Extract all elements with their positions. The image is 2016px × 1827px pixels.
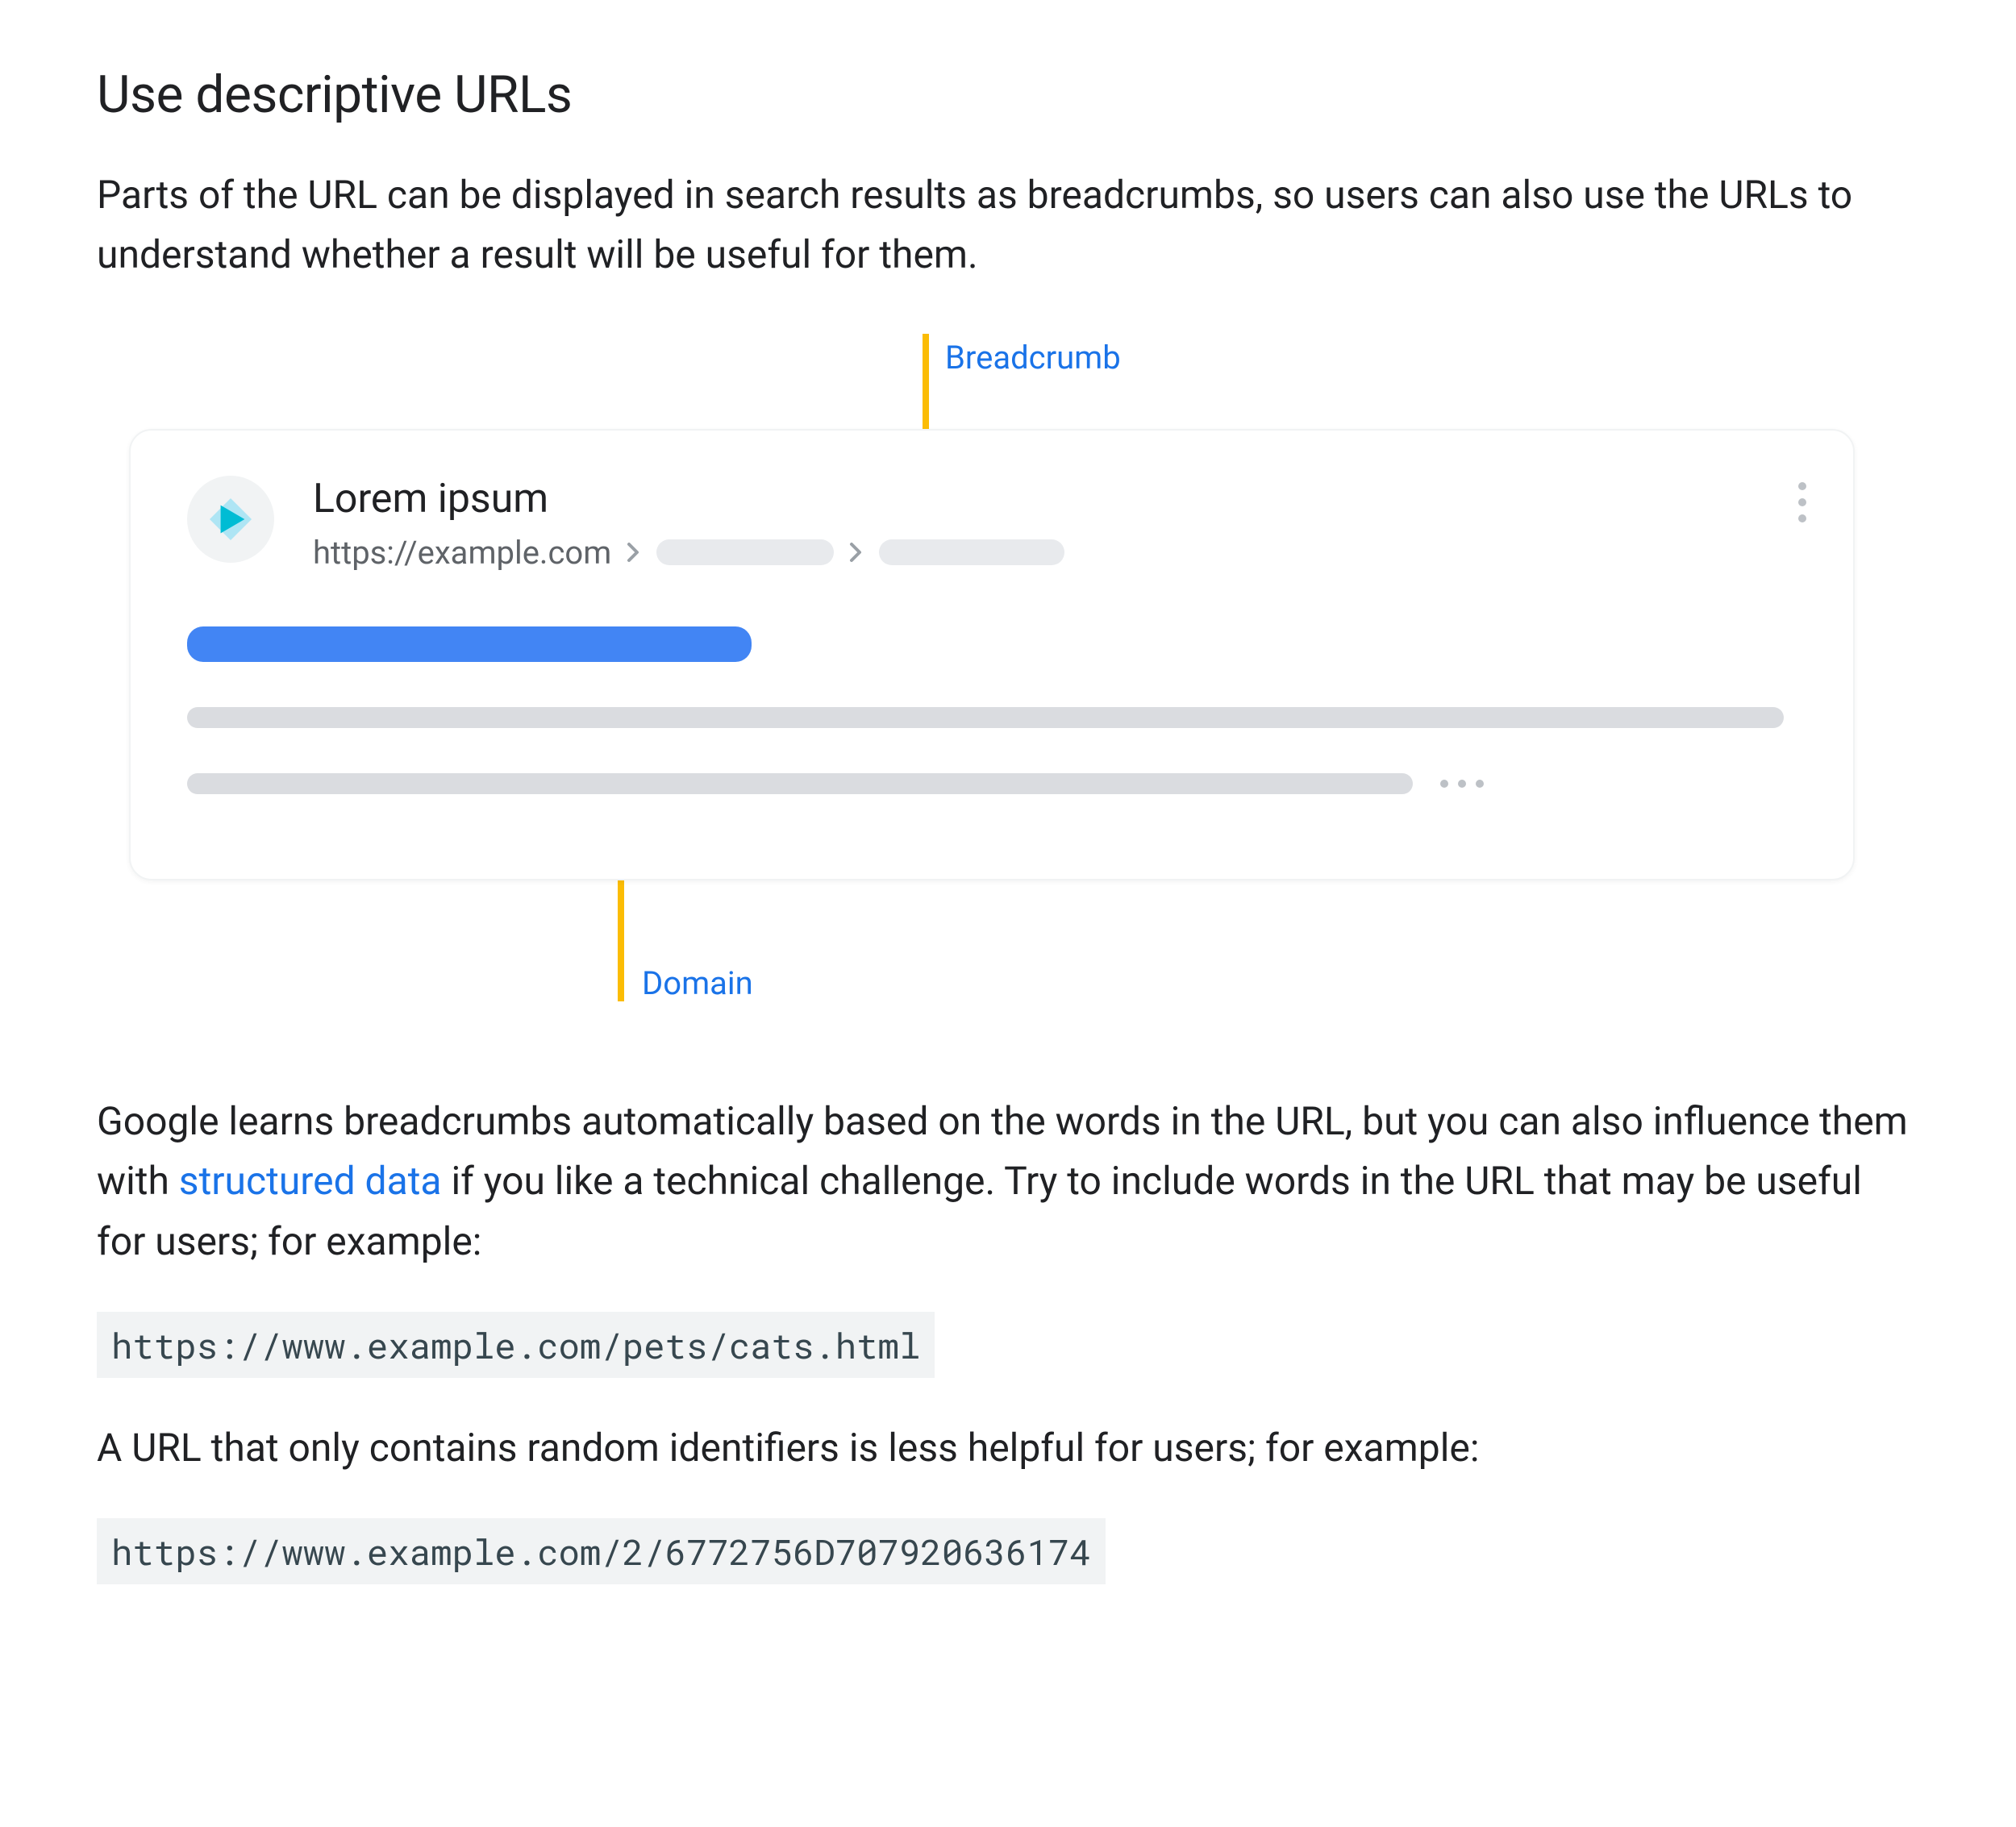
site-name: Lorem ipsum xyxy=(313,476,1064,522)
breadcrumb: https://example.com xyxy=(313,534,1064,572)
domain-callout-label: Domain xyxy=(642,964,753,1002)
article-section: Use descriptive URLs Parts of the URL ca… xyxy=(0,0,2016,1705)
section-heading: Use descriptive URLs xyxy=(97,65,1919,125)
paragraph-3: A URL that only contains random identifi… xyxy=(97,1418,1919,1478)
site-favicon xyxy=(187,476,274,563)
intro-paragraph: Parts of the URL can be displayed in sea… xyxy=(97,165,1919,285)
breadcrumb-segment-placeholder xyxy=(656,539,834,565)
result-meta: Lorem ipsum https://example.com xyxy=(313,476,1064,572)
result-snippet-line xyxy=(187,773,1413,794)
chevron-right-icon xyxy=(626,541,642,564)
result-snippet-line xyxy=(187,707,1784,728)
result-header: Lorem ipsum https://example.com xyxy=(187,476,1797,572)
result-snippet-row xyxy=(187,773,1797,794)
breadcrumb-segment-placeholder xyxy=(879,539,1064,565)
more-options-icon[interactable] xyxy=(1798,482,1806,522)
search-result-card: Lorem ipsum https://example.com xyxy=(129,429,1855,880)
bad-url-example: https://www.example.com/2/6772756D707920… xyxy=(97,1518,1106,1584)
serp-diagram: Breadcrumb Domain Lorem ipsum https://ex… xyxy=(129,334,1863,1003)
domain-text: https://example.com xyxy=(313,534,611,572)
play-icon xyxy=(206,494,256,544)
breadcrumb-callout-label: Breadcrumb xyxy=(945,339,1121,377)
result-title-placeholder xyxy=(187,626,752,662)
structured-data-link[interactable]: structured data xyxy=(179,1158,442,1204)
paragraph-2: Google learns breadcrumbs automatically … xyxy=(97,1092,1919,1271)
chevron-right-icon xyxy=(848,541,864,564)
good-url-example: https://www.example.com/pets/cats.html xyxy=(97,1312,935,1378)
ellipsis-icon xyxy=(1440,780,1484,788)
